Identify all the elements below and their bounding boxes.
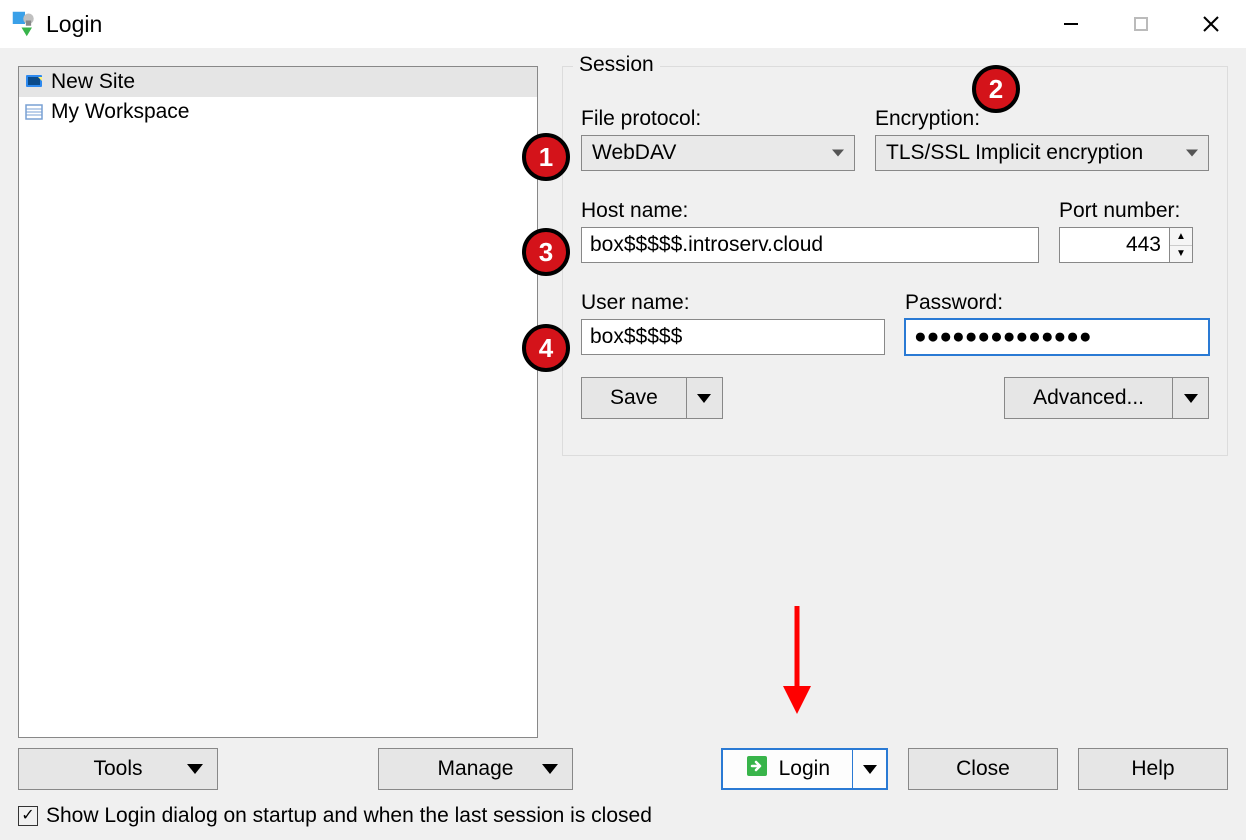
port-spinner-up[interactable]: ▲	[1170, 228, 1192, 246]
workspace-icon	[23, 101, 45, 123]
site-list[interactable]: New Site My Workspace	[18, 66, 538, 738]
tools-button-label: Tools	[93, 757, 142, 781]
manage-button-label: Manage	[438, 757, 514, 781]
encryption-value: TLS/SSL Implicit encryption	[886, 141, 1143, 165]
login-icon	[745, 754, 769, 784]
port-spinner-down[interactable]: ▼	[1170, 246, 1192, 263]
login-button-label: Login	[779, 757, 830, 781]
close-button-label: Close	[956, 757, 1010, 781]
window-title: Login	[46, 11, 102, 38]
help-button-label: Help	[1131, 757, 1174, 781]
annotation-marker-3: 3	[522, 228, 570, 276]
titlebar: Login	[0, 0, 1246, 48]
login-window: Login New Site	[0, 0, 1246, 840]
annotation-arrow	[777, 606, 817, 716]
login-button[interactable]: Login	[721, 748, 888, 790]
port-number-input[interactable]	[1059, 227, 1169, 263]
password-input[interactable]	[905, 319, 1209, 355]
tools-button[interactable]: Tools	[18, 748, 218, 790]
file-protocol-value: WebDAV	[592, 141, 676, 165]
monitor-icon	[23, 71, 45, 93]
save-button[interactable]: Save	[581, 377, 723, 419]
annotation-marker-1: 1	[522, 133, 570, 181]
app-icon	[10, 9, 40, 39]
advanced-button[interactable]: Advanced...	[1004, 377, 1209, 419]
minimize-button[interactable]	[1036, 0, 1106, 48]
annotation-marker-4: 4	[522, 324, 570, 372]
advanced-button-dropdown[interactable]	[1173, 377, 1209, 419]
site-item-my-workspace[interactable]: My Workspace	[19, 97, 537, 127]
site-item-label: New Site	[51, 70, 135, 94]
host-name-label: Host name:	[581, 199, 1039, 223]
left-panel: New Site My Workspace	[18, 66, 538, 738]
login-button-dropdown[interactable]	[852, 750, 886, 788]
save-button-label: Save	[581, 377, 687, 419]
annotation-marker-2: 2	[972, 65, 1020, 113]
show-dialog-checkbox[interactable]	[18, 806, 38, 826]
help-button[interactable]: Help	[1078, 748, 1228, 790]
close-window-button[interactable]	[1176, 0, 1246, 48]
file-protocol-label: File protocol:	[581, 107, 855, 131]
encryption-label: Encryption:	[875, 107, 1209, 131]
encryption-combo[interactable]: TLS/SSL Implicit encryption	[875, 135, 1209, 171]
host-name-input[interactable]	[581, 227, 1039, 263]
manage-button[interactable]: Manage	[378, 748, 573, 790]
site-item-label: My Workspace	[51, 100, 189, 124]
port-number-spinner[interactable]: ▲ ▼	[1059, 227, 1209, 263]
password-label: Password:	[905, 291, 1209, 315]
maximize-button[interactable]	[1106, 0, 1176, 48]
user-name-label: User name:	[581, 291, 885, 315]
save-button-dropdown[interactable]	[687, 377, 723, 419]
bottom-bar: Tools Manage Login Close Help	[0, 748, 1246, 840]
file-protocol-combo[interactable]: WebDAV	[581, 135, 855, 171]
session-legend: Session	[573, 53, 660, 77]
session-group: Session File protocol: WebDAV Encryption…	[562, 66, 1228, 456]
port-number-label: Port number:	[1059, 199, 1209, 223]
user-name-input[interactable]	[581, 319, 885, 355]
right-panel: Session File protocol: WebDAV Encryption…	[562, 66, 1228, 738]
site-item-new-site[interactable]: New Site	[19, 67, 537, 97]
content-area: New Site My Workspace Session File proto…	[0, 48, 1246, 748]
show-dialog-label: Show Login dialog on startup and when th…	[46, 804, 652, 828]
show-dialog-checkbox-row[interactable]: Show Login dialog on startup and when th…	[18, 804, 1228, 828]
close-button[interactable]: Close	[908, 748, 1058, 790]
advanced-button-label: Advanced...	[1004, 377, 1173, 419]
